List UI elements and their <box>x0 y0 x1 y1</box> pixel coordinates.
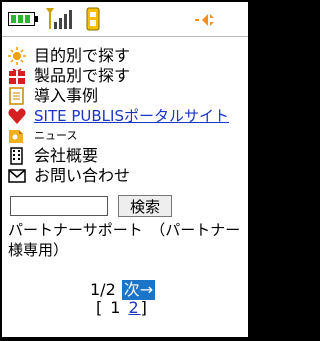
gift-icon <box>9 68 25 84</box>
news-icon <box>9 130 23 143</box>
document-icon <box>9 87 24 105</box>
current-page-number: 1 <box>110 298 123 317</box>
search-button[interactable]: 検索 <box>118 195 172 217</box>
signal-strength-icon <box>46 8 72 29</box>
close-bracket: ] <box>140 298 149 317</box>
partner-support-text: パートナーサポート （パートナー様専用） <box>8 221 241 259</box>
sun-icon <box>8 47 26 65</box>
main-menu: 目的別で探す 製品別で探す 導入事例 SITE PUBLISポータルサイト ニュ… <box>8 46 248 186</box>
menu-item-product[interactable]: 製品別で探す <box>8 66 248 86</box>
page-indicator: 1/2 <box>90 280 116 299</box>
menu-item-label: 導入事例 <box>34 86 99 105</box>
status-bar <box>2 2 248 37</box>
menu-item-purpose[interactable]: 目的別で探す <box>8 46 248 66</box>
menu-item-contact[interactable]: お問い合わせ <box>8 166 248 186</box>
heart-icon <box>8 108 26 124</box>
menu-item-company[interactable]: 会社概要 <box>8 146 248 166</box>
battery-icon <box>8 12 38 26</box>
search-form: 検索 <box>10 194 246 218</box>
search-input[interactable] <box>10 196 108 216</box>
pagination-indicator: 1/2 次→ <box>90 280 156 300</box>
navigation-key-icon <box>195 14 214 26</box>
menu-item-case-studies[interactable]: 導入事例 <box>8 86 248 106</box>
menu-item-news[interactable]: ニュース <box>8 126 248 146</box>
mode-indicator-icon <box>86 7 100 31</box>
page-number-list: [1 2] <box>96 298 149 318</box>
menu-item-label: お問い合わせ <box>34 166 131 185</box>
portal-site-link[interactable]: SITE PUBLISポータルサイト <box>34 107 229 125</box>
menu-item-label: 製品別で探す <box>34 66 131 85</box>
menu-item-label: ニュース <box>34 129 78 142</box>
mail-icon <box>8 169 26 183</box>
building-icon <box>10 147 23 165</box>
next-page-link[interactable]: 次→ <box>121 280 156 300</box>
menu-item-portal-site[interactable]: SITE PUBLISポータルサイト <box>8 106 248 126</box>
open-bracket: [ <box>96 298 105 317</box>
menu-item-label: 会社概要 <box>34 146 99 165</box>
menu-item-label: 目的別で探す <box>34 46 131 65</box>
phone-screen: 目的別で探す 製品別で探す 導入事例 SITE PUBLISポータルサイト ニュ… <box>0 0 250 339</box>
page-2-link[interactable]: 2 <box>128 298 140 318</box>
